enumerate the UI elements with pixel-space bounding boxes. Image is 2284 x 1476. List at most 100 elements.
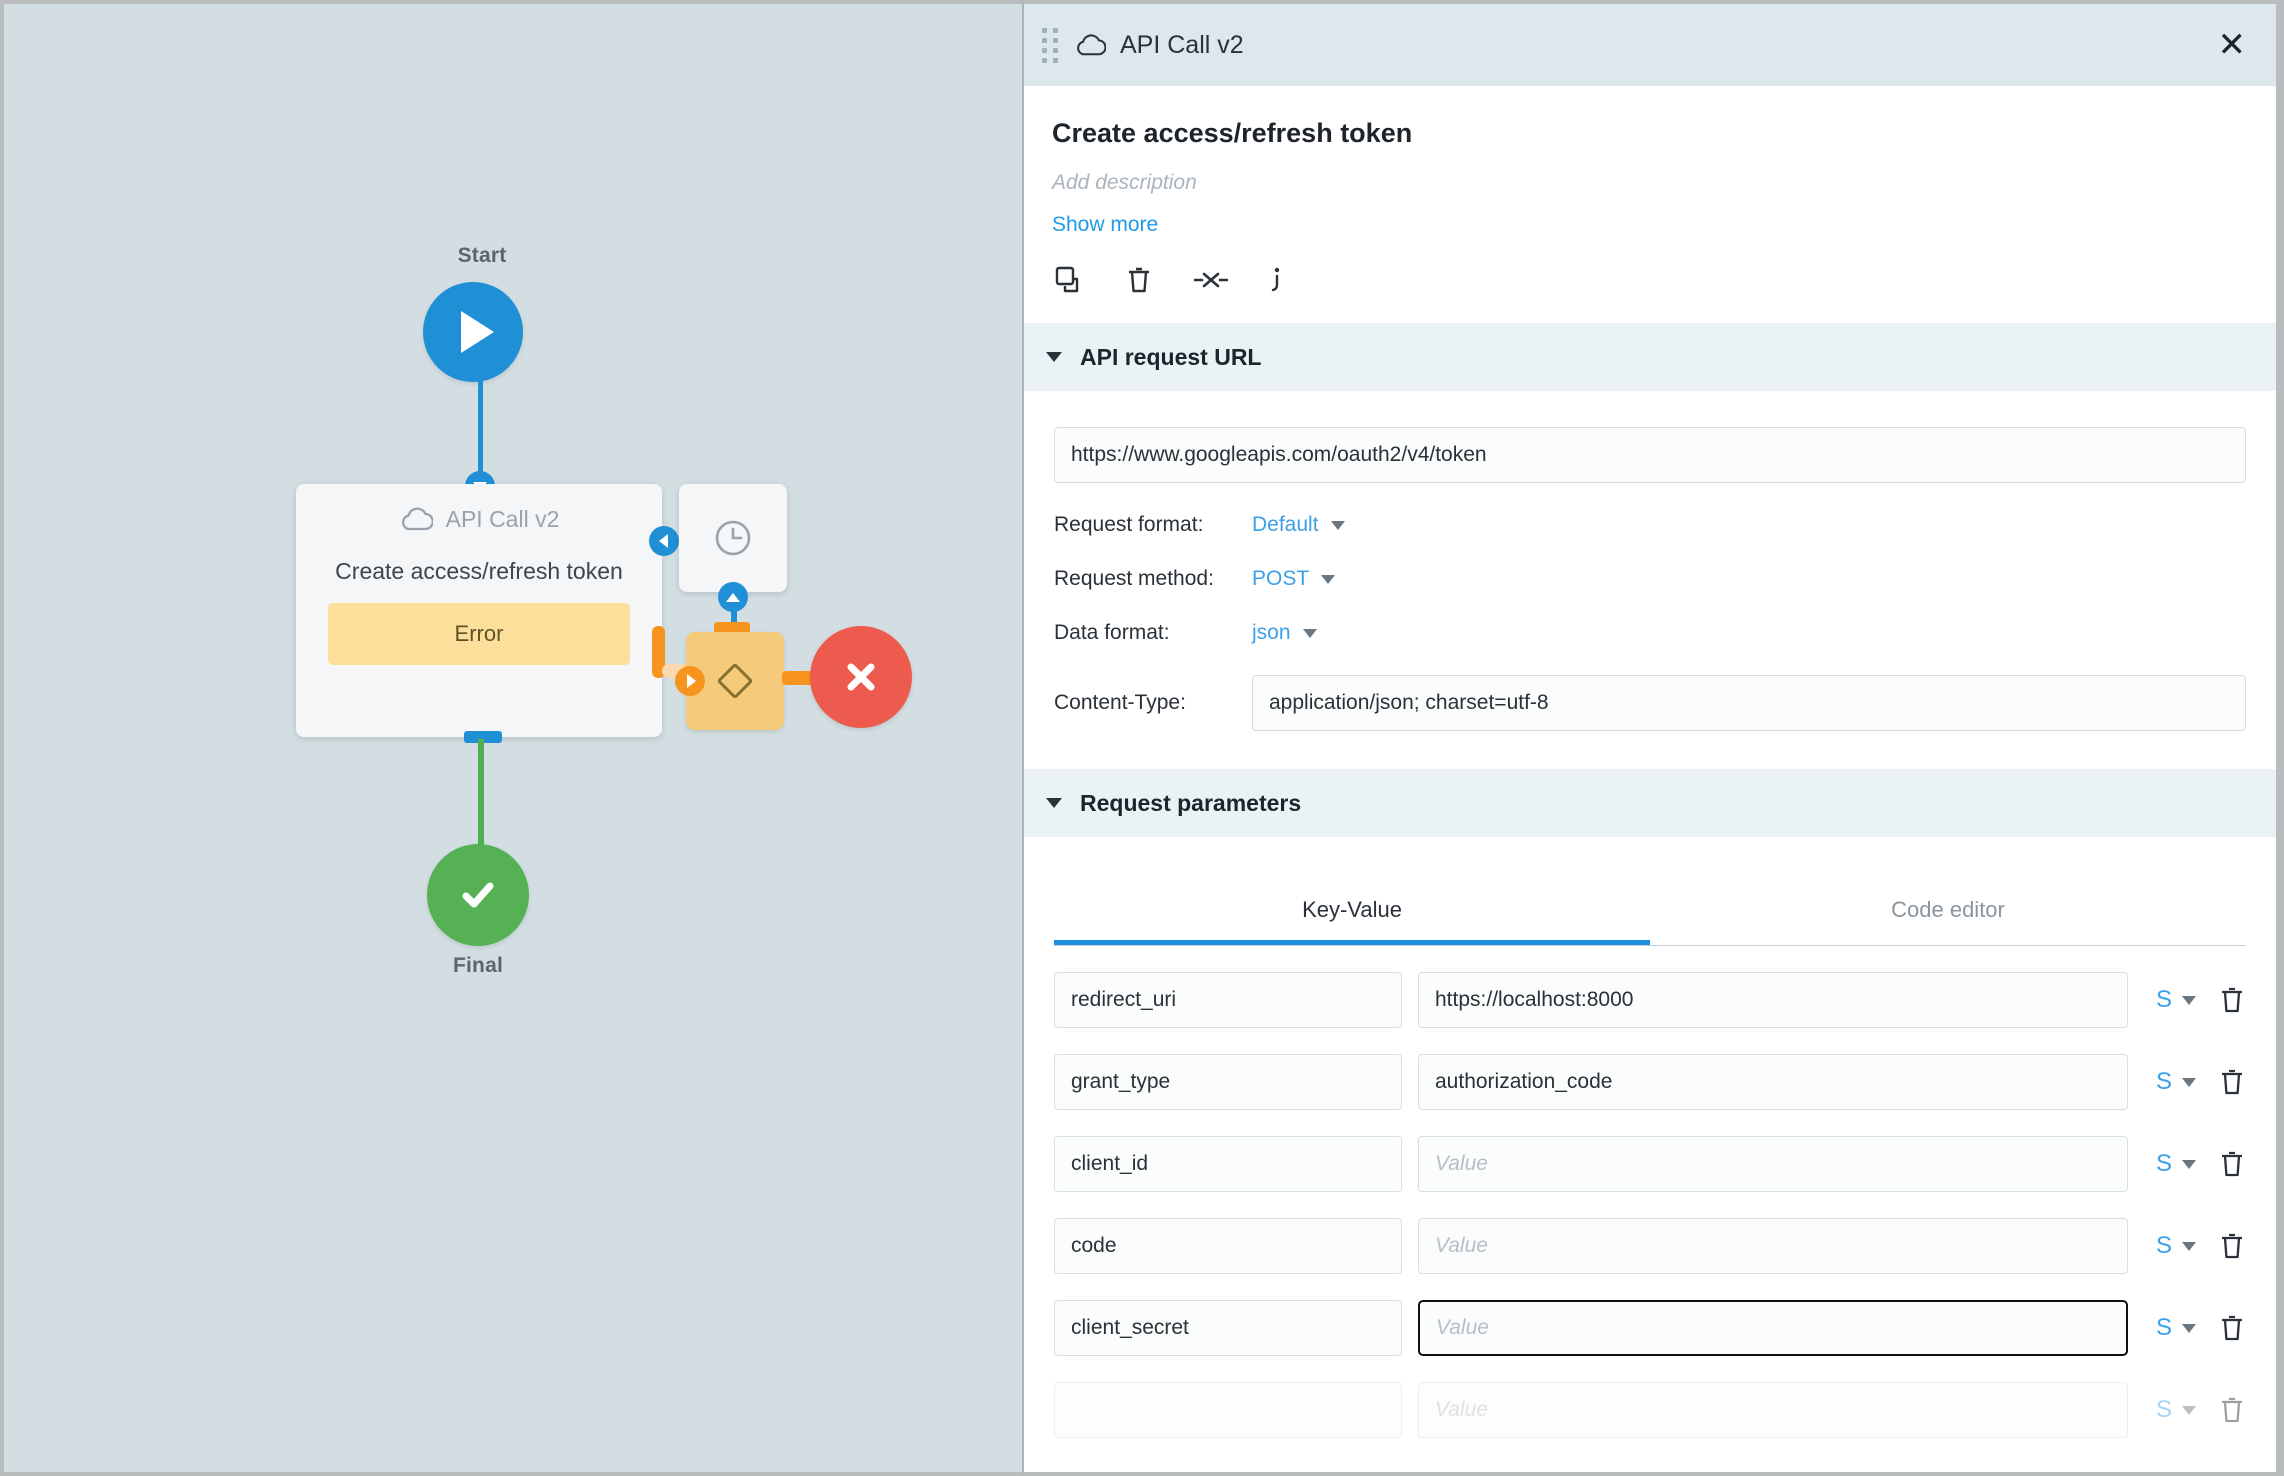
param-key-input[interactable] bbox=[1054, 1218, 1402, 1274]
properties-panel: API Call v2 ✕ Create access/refresh toke… bbox=[1022, 0, 2280, 1476]
param-value-input[interactable] bbox=[1418, 972, 2128, 1028]
table-row: S bbox=[1054, 1054, 2246, 1110]
params-tabs: Key-Value Code editor bbox=[1054, 871, 2246, 946]
chevron-down-icon bbox=[1046, 798, 1062, 808]
param-type-dropdown[interactable]: S bbox=[2156, 1314, 2196, 1342]
field-data-format: Data format: json bbox=[1054, 621, 2246, 645]
param-type-dropdown[interactable]: S bbox=[2156, 1068, 2196, 1096]
param-type-value: S bbox=[2155, 986, 2172, 1013]
delete-icon[interactable] bbox=[2218, 1231, 2246, 1261]
start-node[interactable] bbox=[423, 282, 523, 382]
timer-node[interactable] bbox=[679, 484, 787, 592]
delete-icon[interactable] bbox=[2218, 1395, 2246, 1425]
chevron-down-icon bbox=[1330, 520, 1345, 530]
section-request-parameters[interactable]: Request parameters bbox=[1024, 769, 2276, 837]
param-type-value: S bbox=[2155, 1068, 2172, 1095]
params-tabs-wrap: Key-Value Code editor bbox=[1024, 871, 2276, 946]
api-node-error-branch[interactable]: Error bbox=[328, 603, 630, 665]
delete-icon[interactable] bbox=[2218, 1313, 2246, 1343]
section-api-request-url[interactable]: API request URL bbox=[1024, 323, 2276, 391]
connector-start-to-api bbox=[478, 379, 483, 474]
clock-icon bbox=[715, 520, 751, 556]
delete-icon[interactable] bbox=[2218, 1067, 2246, 1097]
info-icon[interactable] bbox=[1268, 265, 1286, 295]
port-api-right[interactable] bbox=[649, 526, 679, 556]
close-icon[interactable]: ✕ bbox=[2212, 24, 2253, 66]
block-actions-toolbar bbox=[1024, 237, 2276, 323]
param-value-input[interactable] bbox=[1418, 1136, 2128, 1192]
param-key-input[interactable] bbox=[1054, 1382, 1402, 1438]
param-type-dropdown[interactable]: S bbox=[2156, 986, 2196, 1014]
content-type-input[interactable] bbox=[1252, 675, 2246, 731]
tab-code-editor[interactable]: Code editor bbox=[1650, 871, 2246, 945]
block-description-placeholder[interactable]: Add description bbox=[1024, 149, 2276, 195]
param-type-dropdown[interactable]: S bbox=[2156, 1232, 2196, 1260]
final-node-label: Final bbox=[452, 954, 503, 977]
data-format-dropdown[interactable]: json bbox=[1252, 621, 1317, 645]
flow-canvas[interactable]: Start API Call v2 Create access/refresh … bbox=[0, 0, 1022, 1476]
chevron-right-icon bbox=[687, 674, 696, 688]
delete-icon[interactable] bbox=[1124, 265, 1154, 295]
param-type-dropdown[interactable]: S bbox=[2156, 1396, 2196, 1424]
param-type-value: S bbox=[2155, 1232, 2172, 1259]
api-url-input[interactable] bbox=[1054, 427, 2246, 483]
chevron-up-icon bbox=[726, 592, 740, 602]
chevron-down-icon bbox=[1046, 352, 1062, 362]
chevron-down-icon bbox=[2182, 1159, 2196, 1169]
api-node-header: API Call v2 bbox=[296, 484, 662, 554]
chevron-left-icon bbox=[658, 534, 668, 548]
chevron-down-icon bbox=[2182, 1241, 2196, 1251]
chevron-down-icon bbox=[2182, 1405, 2196, 1415]
chevron-down-icon bbox=[2182, 1323, 2196, 1333]
param-key-input[interactable] bbox=[1054, 1136, 1402, 1192]
param-value-input[interactable] bbox=[1417, 1299, 2129, 1357]
show-more-link[interactable]: Show more bbox=[1024, 195, 1158, 237]
url-form: Request format: Default Request method: … bbox=[1024, 391, 2276, 731]
request-format-label: Request format: bbox=[1054, 513, 1204, 536]
port-diamond-top[interactable] bbox=[718, 582, 748, 612]
request-format-dropdown[interactable]: Default bbox=[1252, 513, 1345, 537]
api-node-title: API Call v2 bbox=[445, 505, 560, 532]
close-x-icon bbox=[847, 663, 875, 691]
delete-icon[interactable] bbox=[2218, 985, 2246, 1015]
request-method-value: POST bbox=[1252, 567, 1310, 590]
request-method-label: Request method: bbox=[1054, 567, 1214, 590]
connector-api-to-final bbox=[478, 739, 484, 854]
chevron-down-icon bbox=[2182, 1077, 2196, 1087]
play-icon bbox=[460, 311, 494, 353]
param-key-input[interactable] bbox=[1054, 1300, 1402, 1356]
cloud-icon bbox=[1077, 34, 1106, 56]
start-node-label: Start bbox=[457, 244, 507, 267]
param-key-input[interactable] bbox=[1054, 1054, 1402, 1110]
data-format-label: Data format: bbox=[1054, 621, 1170, 644]
duplicate-icon[interactable] bbox=[1054, 265, 1084, 295]
app-root: Start API Call v2 Create access/refresh … bbox=[0, 0, 2284, 1476]
port-diamond-left[interactable] bbox=[675, 666, 705, 696]
field-request-format: Request format: Default bbox=[1054, 513, 2246, 537]
table-row: S bbox=[1054, 972, 2246, 1028]
error-end-node[interactable] bbox=[810, 626, 912, 728]
param-value-input[interactable] bbox=[1418, 1382, 2128, 1438]
request-format-value: Default bbox=[1252, 513, 1319, 536]
data-format-value: json bbox=[1252, 621, 1291, 644]
panel-body: Create access/refresh token Add descript… bbox=[1024, 86, 2276, 1472]
drag-handle-icon[interactable] bbox=[1042, 27, 1058, 63]
tab-key-value[interactable]: Key-Value bbox=[1054, 871, 1650, 945]
table-row: S bbox=[1054, 1299, 2246, 1357]
api-call-node[interactable]: API Call v2 Create access/refresh token … bbox=[296, 484, 662, 737]
table-row: S bbox=[1054, 1382, 2246, 1438]
field-content-type: Content-Type: bbox=[1054, 675, 2246, 731]
params-rows: S S bbox=[1024, 946, 2276, 1438]
param-key-input[interactable] bbox=[1054, 972, 1402, 1028]
check-icon bbox=[462, 882, 494, 908]
param-value-input[interactable] bbox=[1418, 1054, 2128, 1110]
section-title: Request parameters bbox=[1080, 789, 1302, 816]
param-type-value: S bbox=[2155, 1150, 2172, 1177]
final-node[interactable] bbox=[427, 844, 529, 946]
param-value-input[interactable] bbox=[1418, 1218, 2128, 1274]
param-type-dropdown[interactable]: S bbox=[2156, 1150, 2196, 1178]
delete-icon[interactable] bbox=[2218, 1149, 2246, 1179]
table-row: S bbox=[1054, 1218, 2246, 1274]
disconnect-icon[interactable] bbox=[1193, 265, 1229, 295]
request-method-dropdown[interactable]: POST bbox=[1252, 567, 1336, 591]
